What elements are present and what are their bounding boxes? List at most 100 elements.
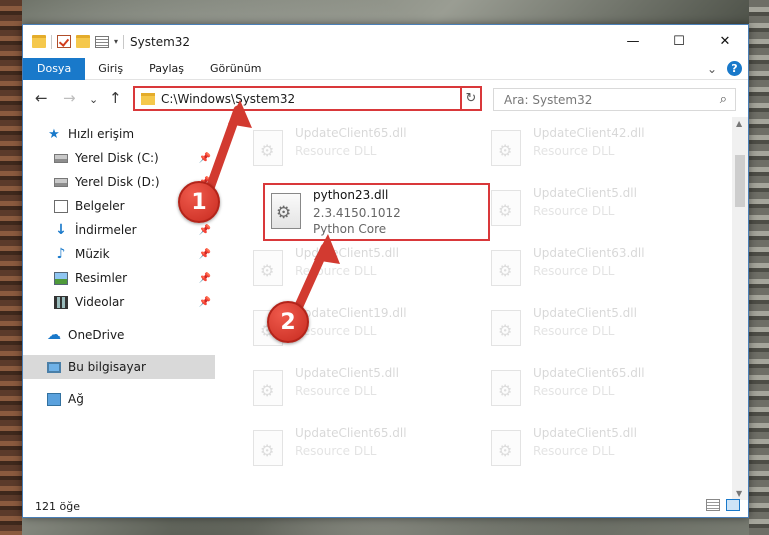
tab-share[interactable]: Paylaş bbox=[136, 58, 197, 80]
list-item[interactable]: UpdateClient5.dll Resource DLL bbox=[481, 302, 706, 356]
sidebar-item-label: Ağ bbox=[68, 392, 84, 406]
close-button[interactable]: ✕ bbox=[702, 25, 748, 58]
tab-file[interactable]: Dosya bbox=[23, 57, 86, 80]
tab-view[interactable]: Görünüm bbox=[197, 58, 274, 80]
dll-file-icon bbox=[491, 430, 521, 466]
forward-button[interactable]: → bbox=[63, 91, 76, 106]
refresh-button[interactable]: ↻ bbox=[460, 86, 482, 111]
help-icon[interactable]: ? bbox=[727, 61, 742, 76]
file-type: Resource DLL bbox=[533, 384, 615, 398]
search-icon: ⌕ bbox=[719, 92, 727, 107]
video-film-icon bbox=[54, 295, 68, 309]
pin-icon: 📌 bbox=[198, 200, 211, 212]
minimize-button[interactable]: — bbox=[610, 25, 656, 58]
back-button[interactable]: ← bbox=[35, 91, 48, 106]
large-icons-view-icon[interactable] bbox=[726, 499, 740, 511]
ribbon-collapse-icon[interactable]: ⌄ bbox=[707, 62, 717, 76]
dll-file-icon bbox=[491, 190, 521, 226]
title-bar: ▾ System32 — ☐ ✕ bbox=[23, 25, 748, 58]
sidebar-item-network[interactable]: Ağ bbox=[23, 387, 215, 411]
dll-file-icon bbox=[491, 370, 521, 406]
chevron-down-icon[interactable]: ▾ bbox=[114, 37, 118, 46]
file-name: UpdateClient42.dll bbox=[533, 126, 645, 140]
music-note-icon: ♪ bbox=[56, 245, 66, 262]
sidebar-item-local-disk-d[interactable]: Yerel Disk (D:) 📌 bbox=[23, 170, 215, 194]
details-view-icon[interactable] bbox=[706, 499, 720, 511]
file-type: Resource DLL bbox=[295, 384, 377, 398]
drive-icon bbox=[54, 177, 68, 187]
sidebar-item-local-disk-c[interactable]: Yerel Disk (C:) 📌 bbox=[23, 146, 215, 170]
download-icon: ↓ bbox=[55, 221, 67, 238]
vertical-scrollbar[interactable]: ▲ ▼ bbox=[732, 117, 748, 500]
sidebar-item-quick-access[interactable]: ★ Hızlı erişim bbox=[23, 122, 215, 146]
up-button[interactable]: ↑ bbox=[109, 91, 122, 106]
pin-icon: 📌 bbox=[198, 248, 211, 260]
toolbar-separator bbox=[123, 34, 125, 49]
sidebar-item-label: Müzik bbox=[75, 247, 110, 261]
file-type: Resource DLL bbox=[533, 444, 615, 458]
dll-file-icon bbox=[253, 310, 283, 346]
pin-icon: 📌 bbox=[198, 152, 211, 164]
sidebar-item-videos[interactable]: Videolar 📌 bbox=[23, 290, 215, 314]
search-input[interactable]: Ara: System32 ⌕ bbox=[493, 88, 736, 111]
file-name: UpdateClient65.dll bbox=[533, 366, 645, 380]
sidebar-item-onedrive[interactable]: ☁ OneDrive bbox=[23, 323, 215, 347]
sidebar-item-label: Bu bilgisayar bbox=[68, 360, 146, 374]
list-item[interactable]: UpdateClient5.dll Resource DLL bbox=[481, 422, 706, 476]
toolbar-separator bbox=[51, 34, 52, 49]
list-item[interactable]: UpdateClient5.dll Resource DLL bbox=[243, 242, 468, 296]
list-item[interactable]: UpdateClient65.dll Resource DLL bbox=[243, 422, 468, 476]
dll-file-icon bbox=[253, 430, 283, 466]
view-switcher bbox=[706, 499, 740, 511]
pin-icon: 📌 bbox=[198, 176, 211, 188]
file-name: UpdateClient65.dll bbox=[295, 426, 407, 440]
list-item[interactable]: UpdateClient5.dll Resource DLL bbox=[481, 182, 706, 236]
dll-file-icon bbox=[253, 130, 283, 166]
pin-icon: 📌 bbox=[198, 224, 211, 236]
search-placeholder: Ara: System32 bbox=[504, 92, 593, 107]
status-bar: 121 öğe bbox=[23, 495, 748, 517]
sidebar-item-pictures[interactable]: Resimler 📌 bbox=[23, 266, 215, 290]
file-type: Resource DLL bbox=[295, 324, 377, 338]
file-type: Resource DLL bbox=[533, 144, 615, 158]
list-item[interactable]: UpdateClient65.dll Resource DLL bbox=[243, 122, 468, 176]
network-icon bbox=[47, 392, 61, 406]
file-name: UpdateClient63.dll bbox=[533, 246, 645, 260]
window-title: System32 bbox=[130, 34, 191, 49]
address-bar[interactable]: C:\Windows\System32 ⌄ bbox=[133, 86, 480, 111]
new-folder-icon[interactable] bbox=[76, 35, 90, 48]
python23-dll-file[interactable]: python23.dll 2.3.4150.1012 Python Core bbox=[263, 183, 490, 241]
list-item[interactable]: UpdateClient63.dll Resource DLL bbox=[481, 242, 706, 296]
sidebar-item-music[interactable]: ♪ Müzik 📌 bbox=[23, 242, 215, 266]
sidebar-item-label: Yerel Disk (D:) bbox=[75, 175, 160, 189]
file-name: UpdateClient5.dll bbox=[295, 366, 399, 380]
file-version: 2.3.4150.1012 bbox=[313, 206, 401, 220]
sidebar-item-downloads[interactable]: ↓ İndirmeler 📌 bbox=[23, 218, 215, 242]
list-item[interactable]: UpdateClient65.dll Resource DLL bbox=[481, 362, 706, 416]
dll-file-icon bbox=[271, 193, 301, 229]
recent-locations-button[interactable]: ⌄ bbox=[89, 92, 98, 107]
maximize-button[interactable]: ☐ bbox=[656, 25, 702, 58]
ribbon-right-controls: ⌄ ? bbox=[707, 61, 742, 76]
scroll-up-icon[interactable]: ▲ bbox=[736, 119, 742, 128]
file-list: UpdateClient65.dll Resource DLL UpdateCl… bbox=[237, 122, 733, 482]
pin-icon: 📌 bbox=[198, 296, 211, 308]
cloud-icon: ☁ bbox=[47, 326, 61, 343]
sidebar-item-this-pc[interactable]: Bu bilgisayar bbox=[23, 355, 215, 379]
file-name: UpdateClient65.dll bbox=[295, 126, 407, 140]
item-count: 121 öğe bbox=[35, 499, 80, 513]
list-item[interactable]: UpdateClient42.dll Resource DLL bbox=[481, 122, 706, 176]
file-type: Resource DLL bbox=[533, 324, 615, 338]
sidebar-item-documents[interactable]: Belgeler 📌 bbox=[23, 194, 215, 218]
dll-file-icon bbox=[491, 130, 521, 166]
properties-check-icon[interactable] bbox=[57, 35, 71, 48]
window-controls: — ☐ ✕ bbox=[610, 25, 748, 58]
navigation-bar: ← → ⌄ ↑ C:\Windows\System32 ⌄ ↻ Ara: Sys… bbox=[23, 81, 748, 117]
file-type: Resource DLL bbox=[533, 204, 615, 218]
list-item[interactable]: UpdateClient19.dll Resource DLL bbox=[243, 302, 468, 356]
list-item[interactable]: UpdateClient5.dll Resource DLL bbox=[243, 362, 468, 416]
file-name: UpdateClient5.dll bbox=[295, 246, 399, 260]
tab-home[interactable]: Giriş bbox=[85, 58, 136, 80]
scrollbar-thumb[interactable] bbox=[735, 155, 745, 207]
customize-toolbar-icon[interactable] bbox=[95, 35, 109, 48]
